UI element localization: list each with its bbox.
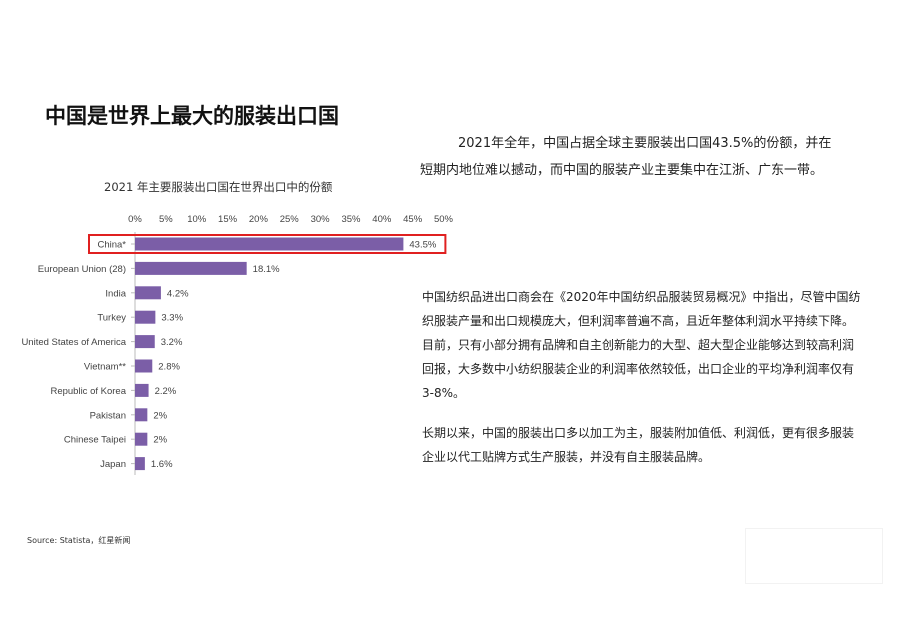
category-label: Pakistan [90,410,126,421]
x-tick-label: 10% [187,214,207,225]
bar-chart: 0% 5% 10% 15% 20% 25% 30% 35% 40% 45% 50% China* 43.… [21,214,454,475]
category-label: Chinese Taipei [64,435,126,446]
data-label: 1.6% [151,459,173,470]
slide-title: 中国是世界上最大的服装出口国 [45,104,339,128]
category-label: Japan [100,459,126,470]
x-tick-label: 15% [218,214,238,225]
category-label: European Union (28) [38,264,126,275]
bar [135,408,148,422]
data-label: 4.2% [167,288,189,299]
data-label: 2% [153,410,167,421]
category-label: Turkey [97,313,126,324]
bar [135,286,161,300]
bar [135,359,153,373]
x-tick-label: 35% [341,214,361,225]
bar [135,432,148,446]
category-label: Republic of Korea [50,386,126,397]
bar [135,237,404,251]
data-label: 43.5% [409,240,436,251]
category-label: China* [97,240,126,251]
x-tick-label: 40% [372,214,392,225]
category-label: India [105,288,126,299]
data-label: 3.3% [161,313,183,324]
data-label: 3.2% [161,337,183,348]
brand-paragraph: 长期以来，中国的服装出口多以加工为主，服装附加值低、利润低，更有很多服装企业以代… [422,426,855,464]
blank-panel [745,528,883,584]
bar [135,383,149,397]
summary-paragraph: 2021年全年，中国占据全球主要服装出口国43.5%的份额，并在短期内地位难以撼… [420,136,832,178]
category-label: United States of America [21,337,126,348]
data-label: 2% [153,435,167,446]
x-tick-label: 45% [403,214,423,225]
x-tick-label: 5% [159,214,173,225]
bar [135,310,156,324]
profit-paragraph: 中国纺织品进出口商会在《2020年中国纺织品服装贸易概况》中指出，尽管中国纺织服… [422,290,861,400]
x-tick-label: 50% [434,214,454,225]
data-label: 2.8% [158,362,180,373]
x-tick-label: 20% [249,214,269,225]
source-note: Source: Statista，红星新闻 [27,536,131,545]
data-label: 2.2% [155,386,177,397]
chart-title: 2021 年主要服装出口国在世界出口中的份额 [104,180,333,194]
category-label: Vietnam** [84,362,126,373]
x-tick-label: 0% [128,214,142,225]
bar [135,457,145,471]
x-tick-label: 30% [311,214,331,225]
data-label: 18.1% [253,264,280,275]
bar [135,335,155,349]
bar [135,261,247,275]
x-tick-label: 25% [280,214,300,225]
